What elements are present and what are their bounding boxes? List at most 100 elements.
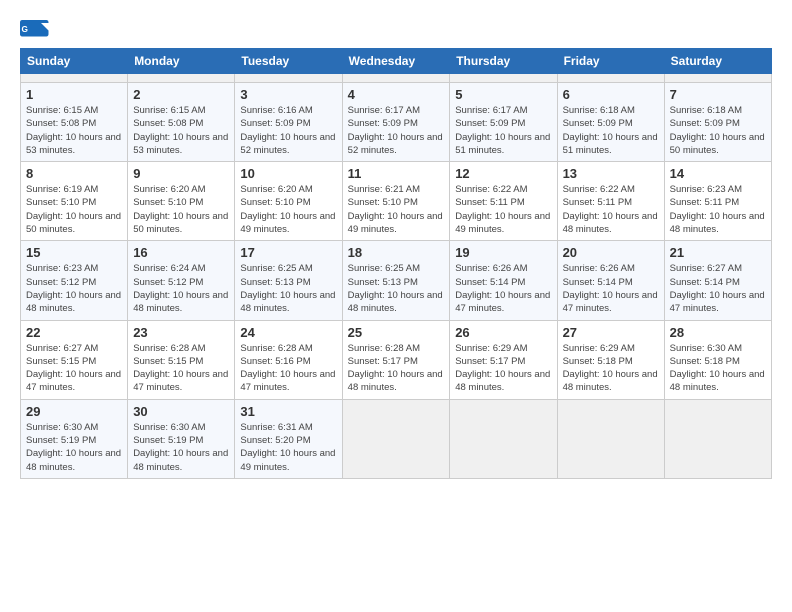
calendar-cell-9: 9 Sunrise: 6:20 AMSunset: 5:10 PMDaylight… [128,162,235,241]
day-number: 21 [670,245,766,260]
calendar-cell-23: 23Sunrise: 6:28 AMSunset: 5:15 PMDayligh… [128,320,235,399]
calendar-cell-22: 22 Sunrise: 6:27 AMSunset: 5:15 PMDayligh… [21,320,128,399]
calendar-cell-empty [128,74,235,83]
day-info: Sunrise: 6:29 AMSunset: 5:18 PMDaylight:… [563,342,659,395]
calendar-cell-2: 2 Sunrise: 6:15 AMSunset: 5:08 PMDaylight… [128,83,235,162]
day-info: Sunrise: 6:19 AMSunset: 5:10 PMDaylight:… [26,183,122,236]
calendar-week-1: 1Sunrise: 6:15 AMSunset: 5:08 PMDaylight… [21,83,772,162]
day-header-thursday: Thursday [450,49,557,74]
calendar-week-5: 29 Sunrise: 6:30 AMSunset: 5:19 PMDayligh… [21,399,772,478]
calendar-cell-14: 14Sunrise: 6:23 AMSunset: 5:11 PMDayligh… [664,162,771,241]
day-number: 4 [348,87,445,102]
day-number: 30 [133,404,229,419]
day-number: 15 [26,245,122,260]
day-info: Sunrise: 6:17 AMSunset: 5:09 PMDaylight:… [348,104,445,157]
calendar-cell-28: 28Sunrise: 6:30 AMSunset: 5:18 PMDayligh… [664,320,771,399]
day-number: 22 [26,325,122,340]
day-header-saturday: Saturday [664,49,771,74]
calendar-cell-empty [450,399,557,478]
day-number: 20 [563,245,659,260]
calendar-week-0 [21,74,772,83]
day-info: Sunrise: 6:30 AMSunset: 5:18 PMDaylight:… [670,342,766,395]
calendar-cell-13: 13 Sunrise: 6:22 AMSunset: 5:11 PMDayligh… [557,162,664,241]
day-number: 13 [563,166,659,181]
calendar-cell-29: 29 Sunrise: 6:30 AMSunset: 5:19 PMDayligh… [21,399,128,478]
calendar-cell-31: 31 Sunrise: 6:31 AMSunset: 5:20 PMDayligh… [235,399,342,478]
calendar-cell-16: 16 Sunrise: 6:24 AMSunset: 5:12 PMDayligh… [128,241,235,320]
calendar-cell-24: 24 Sunrise: 6:28 AMSunset: 5:16 PMDayligh… [235,320,342,399]
logo-icon: G [20,20,50,38]
day-number: 17 [240,245,336,260]
day-number: 23 [133,325,229,340]
day-info: Sunrise: 6:24 AMSunset: 5:12 PMDaylight:… [133,262,229,315]
calendar-cell-26: 26Sunrise: 6:29 AMSunset: 5:17 PMDayligh… [450,320,557,399]
header: G [20,20,772,38]
calendar-cell-empty [21,74,128,83]
day-info: Sunrise: 6:31 AMSunset: 5:20 PMDaylight:… [240,421,336,474]
calendar-cell-7: 7 Sunrise: 6:18 AMSunset: 5:09 PMDaylight… [664,83,771,162]
calendar-week-4: 22 Sunrise: 6:27 AMSunset: 5:15 PMDayligh… [21,320,772,399]
calendar-cell-empty [557,399,664,478]
day-number: 9 [133,166,229,181]
day-number: 7 [670,87,766,102]
day-info: Sunrise: 6:22 AMSunset: 5:11 PMDaylight:… [455,183,551,236]
day-info: Sunrise: 6:20 AMSunset: 5:10 PMDaylight:… [240,183,336,236]
calendar-cell-25: 25Sunrise: 6:28 AMSunset: 5:17 PMDayligh… [342,320,450,399]
day-number: 12 [455,166,551,181]
day-number: 10 [240,166,336,181]
calendar-cell-empty [664,399,771,478]
day-header-monday: Monday [128,49,235,74]
day-info: Sunrise: 6:18 AMSunset: 5:09 PMDaylight:… [670,104,766,157]
calendar-cell-27: 27 Sunrise: 6:29 AMSunset: 5:18 PMDayligh… [557,320,664,399]
day-number: 31 [240,404,336,419]
calendar-week-3: 15 Sunrise: 6:23 AMSunset: 5:12 PMDayligh… [21,241,772,320]
day-number: 3 [240,87,336,102]
day-number: 2 [133,87,229,102]
day-info: Sunrise: 6:25 AMSunset: 5:13 PMDaylight:… [240,262,336,315]
calendar-cell-empty [342,74,450,83]
day-header-wednesday: Wednesday [342,49,450,74]
day-info: Sunrise: 6:30 AMSunset: 5:19 PMDaylight:… [133,421,229,474]
day-info: Sunrise: 6:26 AMSunset: 5:14 PMDaylight:… [455,262,551,315]
day-info: Sunrise: 6:23 AMSunset: 5:11 PMDaylight:… [670,183,766,236]
day-info: Sunrise: 6:28 AMSunset: 5:17 PMDaylight:… [348,342,445,395]
day-info: Sunrise: 6:23 AMSunset: 5:12 PMDaylight:… [26,262,122,315]
calendar-cell-5: 5Sunrise: 6:17 AMSunset: 5:09 PMDaylight… [450,83,557,162]
calendar-cell-empty [235,74,342,83]
day-info: Sunrise: 6:28 AMSunset: 5:16 PMDaylight:… [240,342,336,395]
calendar-cell-11: 11Sunrise: 6:21 AMSunset: 5:10 PMDayligh… [342,162,450,241]
day-info: Sunrise: 6:26 AMSunset: 5:14 PMDaylight:… [563,262,659,315]
day-info: Sunrise: 6:22 AMSunset: 5:11 PMDaylight:… [563,183,659,236]
calendar-cell-20: 20 Sunrise: 6:26 AMSunset: 5:14 PMDayligh… [557,241,664,320]
calendar-cell-10: 10 Sunrise: 6:20 AMSunset: 5:10 PMDayligh… [235,162,342,241]
svg-text:G: G [22,25,28,34]
calendar-cell-3: 3 Sunrise: 6:16 AMSunset: 5:09 PMDaylight… [235,83,342,162]
day-info: Sunrise: 6:27 AMSunset: 5:15 PMDaylight:… [26,342,122,395]
day-info: Sunrise: 6:15 AMSunset: 5:08 PMDaylight:… [133,104,229,157]
day-number: 6 [563,87,659,102]
calendar-cell-17: 17 Sunrise: 6:25 AMSunset: 5:13 PMDayligh… [235,241,342,320]
day-number: 26 [455,325,551,340]
day-number: 16 [133,245,229,260]
calendar-cell-4: 4 Sunrise: 6:17 AMSunset: 5:09 PMDaylight… [342,83,450,162]
calendar-cell-30: 30 Sunrise: 6:30 AMSunset: 5:19 PMDayligh… [128,399,235,478]
day-number: 19 [455,245,551,260]
day-number: 24 [240,325,336,340]
day-number: 27 [563,325,659,340]
calendar-table: SundayMondayTuesdayWednesdayThursdayFrid… [20,48,772,479]
day-header-tuesday: Tuesday [235,49,342,74]
day-info: Sunrise: 6:17 AMSunset: 5:09 PMDaylight:… [455,104,551,157]
day-number: 29 [26,404,122,419]
day-info: Sunrise: 6:27 AMSunset: 5:14 PMDaylight:… [670,262,766,315]
calendar-cell-empty [664,74,771,83]
calendar-cell-21: 21 Sunrise: 6:27 AMSunset: 5:14 PMDayligh… [664,241,771,320]
calendar-cell-1: 1Sunrise: 6:15 AMSunset: 5:08 PMDaylight… [21,83,128,162]
day-info: Sunrise: 6:30 AMSunset: 5:19 PMDaylight:… [26,421,122,474]
calendar-cell-empty [557,74,664,83]
day-info: Sunrise: 6:16 AMSunset: 5:09 PMDaylight:… [240,104,336,157]
day-info: Sunrise: 6:15 AMSunset: 5:08 PMDaylight:… [26,104,122,157]
day-info: Sunrise: 6:20 AMSunset: 5:10 PMDaylight:… [133,183,229,236]
day-info: Sunrise: 6:25 AMSunset: 5:13 PMDaylight:… [348,262,445,315]
calendar-cell-12: 12 Sunrise: 6:22 AMSunset: 5:11 PMDayligh… [450,162,557,241]
calendar-header-row: SundayMondayTuesdayWednesdayThursdayFrid… [21,49,772,74]
